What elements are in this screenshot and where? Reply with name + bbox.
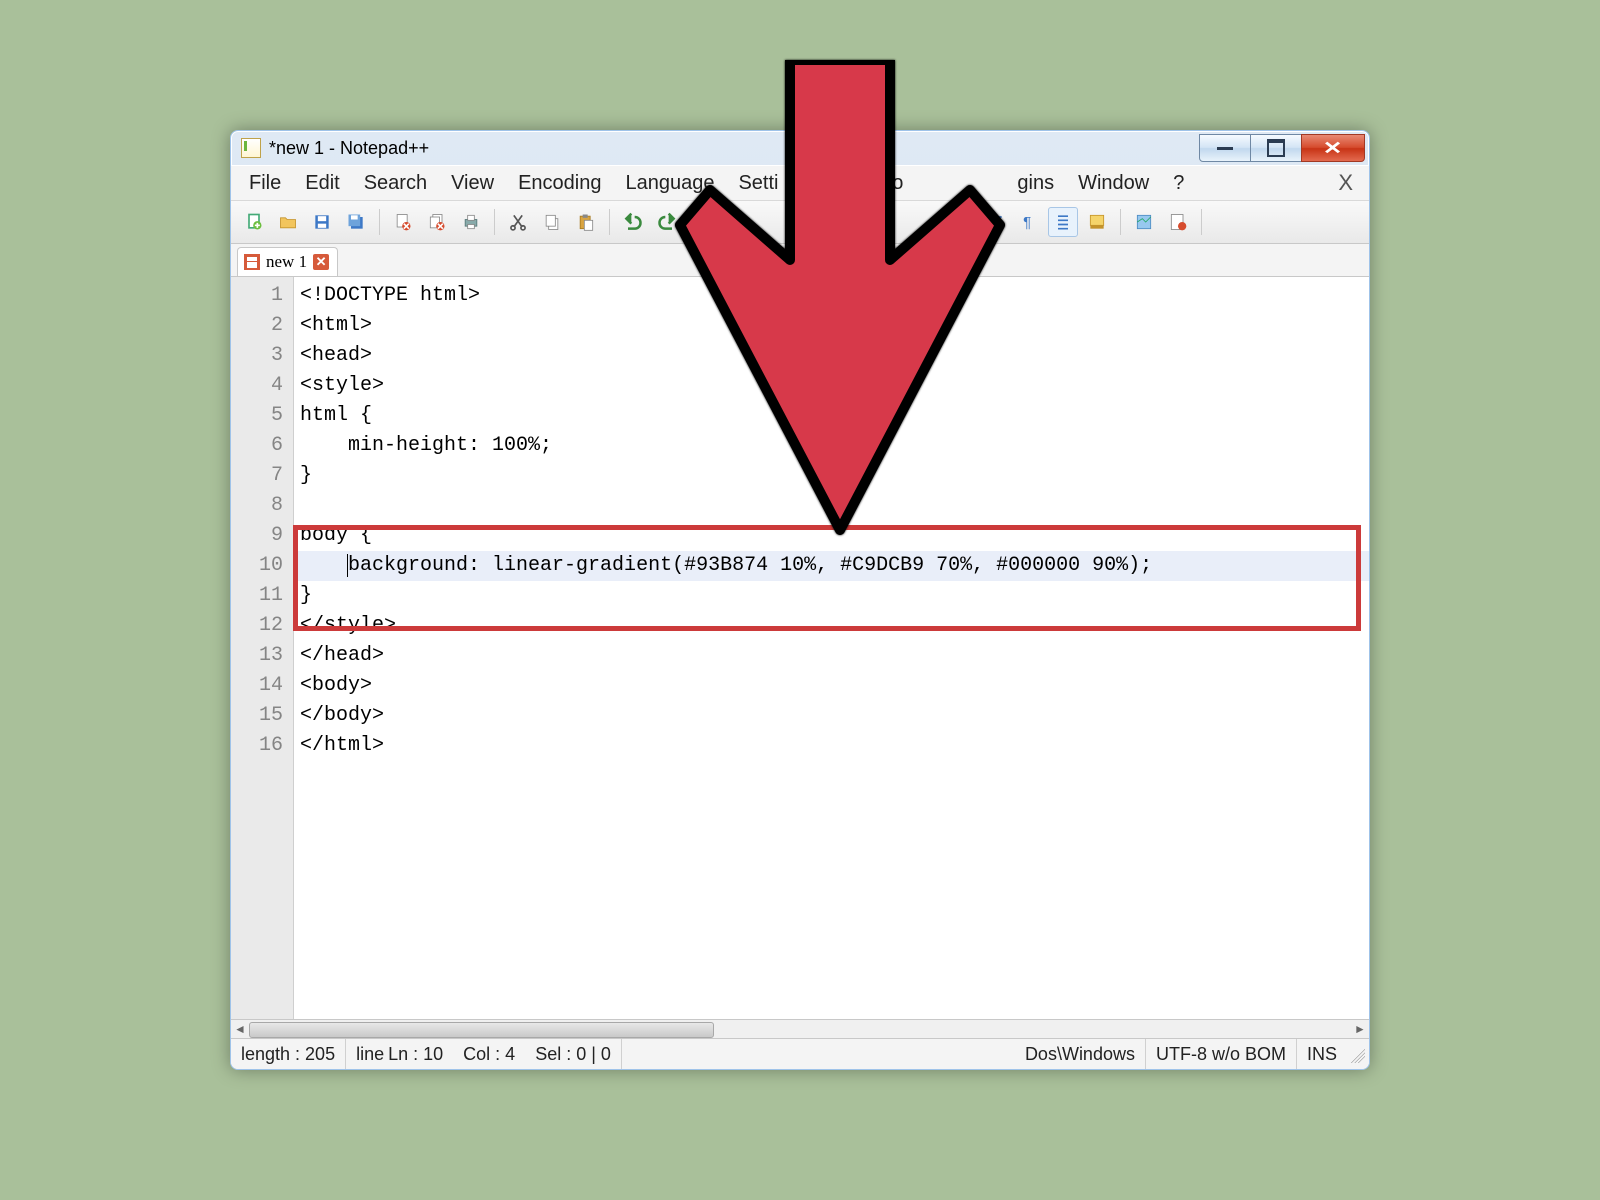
window-controls: ✕ xyxy=(1200,134,1365,162)
menu-view[interactable]: View xyxy=(439,168,506,199)
status-col: Col : 4 xyxy=(453,1039,525,1069)
window-title: *new 1 - Notepad++ xyxy=(269,138,429,159)
horizontal-scrollbar[interactable]: ◄ ► xyxy=(231,1019,1369,1038)
menu-language[interactable]: Language xyxy=(613,168,726,199)
cut-icon[interactable] xyxy=(503,207,533,237)
menu-macro[interactable]: acro xyxy=(853,168,916,199)
code-line[interactable]: <!DOCTYPE html> xyxy=(294,281,1369,311)
menu-encoding[interactable]: Encoding xyxy=(506,168,613,199)
menu-plugins[interactable]: gins xyxy=(1005,168,1066,199)
code-line[interactable]: </style> xyxy=(294,611,1369,641)
doc-map-icon[interactable] xyxy=(1129,207,1159,237)
code-line[interactable]: background: linear-gradient(#93B874 10%,… xyxy=(294,551,1369,581)
menu-settings[interactable]: Setti xyxy=(726,168,790,199)
line-number: 5 xyxy=(231,401,293,431)
new-file-icon[interactable] xyxy=(239,207,269,237)
code-line[interactable]: </head> xyxy=(294,641,1369,671)
record-macro-icon[interactable] xyxy=(1163,207,1193,237)
toolbar: ¶ xyxy=(231,201,1369,244)
code-line[interactable]: min-height: 100%; xyxy=(294,431,1369,461)
code-line[interactable]: <style> xyxy=(294,371,1369,401)
status-eol: Dos\Windows xyxy=(1015,1039,1146,1069)
status-ln: Ln : 10 xyxy=(386,1039,453,1069)
status-encoding: UTF-8 w/o BOM xyxy=(1146,1039,1297,1069)
redo-icon[interactable] xyxy=(652,207,682,237)
document-tabs: new 1 ✕ xyxy=(231,244,1369,277)
close-all-icon[interactable] xyxy=(422,207,452,237)
code-line[interactable]: </html> xyxy=(294,731,1369,761)
line-number: 6 xyxy=(231,431,293,461)
open-file-icon[interactable] xyxy=(273,207,303,237)
line-number: 15 xyxy=(231,701,293,731)
tab-close-icon[interactable]: ✕ xyxy=(313,254,329,270)
line-number: 16 xyxy=(231,731,293,761)
resize-grip-icon[interactable] xyxy=(1347,1045,1365,1063)
indent-guide-icon[interactable] xyxy=(1048,207,1078,237)
menu-file[interactable]: File xyxy=(237,168,293,199)
line-number: 9 xyxy=(231,521,293,551)
save-all-icon[interactable] xyxy=(341,207,371,237)
code-line[interactable]: } xyxy=(294,581,1369,611)
user-lang-icon[interactable] xyxy=(1082,207,1112,237)
status-sel: Sel : 0 | 0 xyxy=(525,1039,622,1069)
scroll-thumb[interactable] xyxy=(249,1022,714,1038)
line-number: 3 xyxy=(231,341,293,371)
code-line[interactable]: html { xyxy=(294,401,1369,431)
status-line-fragment: line xyxy=(346,1039,386,1069)
code-line[interactable]: </body> xyxy=(294,701,1369,731)
sync-scroll-icon[interactable] xyxy=(933,207,963,237)
line-number: 10 xyxy=(231,551,293,581)
code-line[interactable] xyxy=(294,491,1369,521)
unsaved-indicator-icon xyxy=(244,254,260,270)
line-number: 11 xyxy=(231,581,293,611)
svg-text:¶: ¶ xyxy=(1023,214,1031,231)
wrap-icon[interactable] xyxy=(980,207,1010,237)
status-length: length : 205 xyxy=(231,1039,346,1069)
scroll-track[interactable] xyxy=(249,1020,1351,1038)
print-icon[interactable] xyxy=(456,207,486,237)
paste-icon[interactable] xyxy=(571,207,601,237)
minimize-button[interactable] xyxy=(1199,134,1251,162)
menu-search[interactable]: Search xyxy=(352,168,439,199)
menu-edit[interactable]: Edit xyxy=(293,168,351,199)
scroll-left-icon[interactable]: ◄ xyxy=(231,1020,249,1038)
code-area[interactable]: <!DOCTYPE html><html><head><style>html {… xyxy=(294,277,1369,1019)
undo-icon[interactable] xyxy=(618,207,648,237)
code-line[interactable]: <body> xyxy=(294,671,1369,701)
show-chars-icon[interactable]: ¶ xyxy=(1014,207,1044,237)
line-number: 13 xyxy=(231,641,293,671)
line-number: 12 xyxy=(231,611,293,641)
scroll-right-icon[interactable]: ► xyxy=(1351,1020,1369,1038)
code-line[interactable]: } xyxy=(294,461,1369,491)
line-number: 7 xyxy=(231,461,293,491)
notepadpp-icon xyxy=(241,138,261,158)
line-number: 1 xyxy=(231,281,293,311)
code-line[interactable]: <html> xyxy=(294,311,1369,341)
close-file-icon[interactable] xyxy=(388,207,418,237)
code-line[interactable]: <head> xyxy=(294,341,1369,371)
copy-icon[interactable] xyxy=(537,207,567,237)
line-gutter: 12345678910111213141516 xyxy=(231,277,294,1019)
line-number: 4 xyxy=(231,371,293,401)
close-tab-button[interactable]: X xyxy=(1328,170,1363,196)
line-number: 8 xyxy=(231,491,293,521)
tab-new1[interactable]: new 1 ✕ xyxy=(237,247,338,276)
save-icon[interactable] xyxy=(307,207,337,237)
tab-label: new 1 xyxy=(266,252,307,272)
close-button[interactable]: ✕ xyxy=(1301,134,1365,162)
menubar: File Edit Search View Encoding Language … xyxy=(231,165,1369,201)
menu-window[interactable]: Window xyxy=(1066,168,1161,199)
code-line[interactable]: body { xyxy=(294,521,1369,551)
application-window: *new 1 - Notepad++ ✕ File Edit Search Vi… xyxy=(230,130,1370,1070)
editor[interactable]: 12345678910111213141516 <!DOCTYPE html><… xyxy=(231,277,1369,1019)
maximize-button[interactable] xyxy=(1250,134,1302,162)
titlebar: *new 1 - Notepad++ ✕ xyxy=(231,131,1369,165)
statusbar: length : 205 line Ln : 10 Col : 4 Sel : … xyxy=(231,1038,1369,1069)
line-number: 2 xyxy=(231,311,293,341)
line-number: 14 xyxy=(231,671,293,701)
status-mode: INS xyxy=(1297,1039,1347,1069)
menu-help[interactable]: ? xyxy=(1161,168,1196,199)
